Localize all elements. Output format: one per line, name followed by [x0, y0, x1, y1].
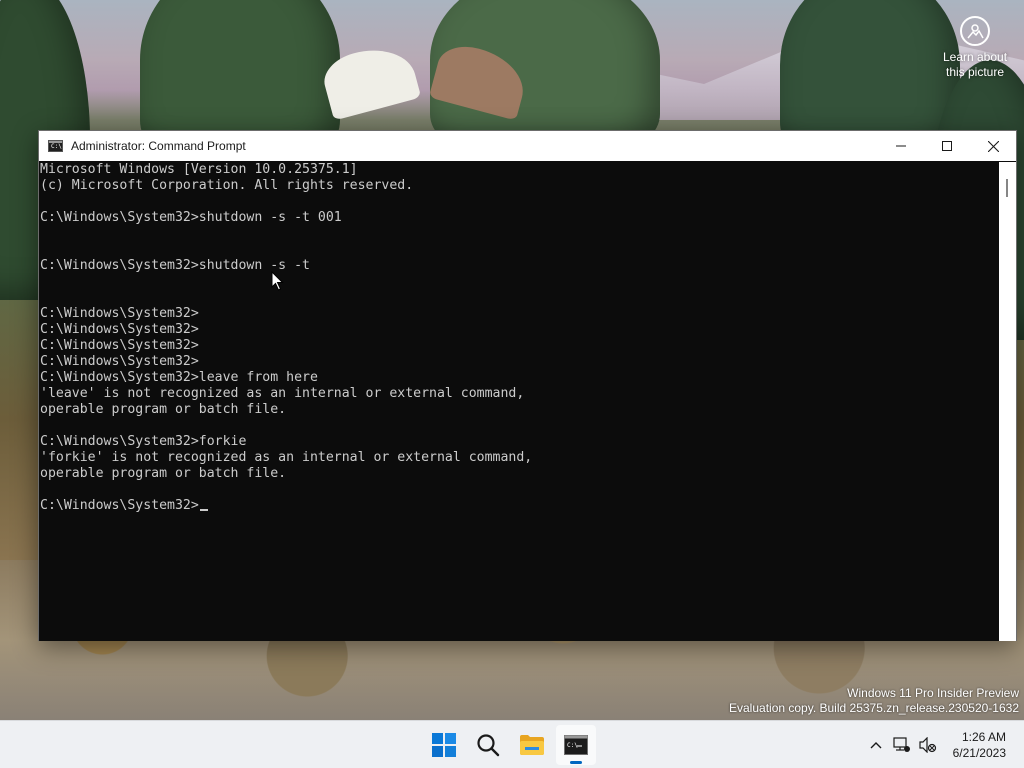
- console-line: operable program or batch file.: [40, 402, 287, 417]
- command-prompt-taskbar-button[interactable]: C:\: [556, 725, 596, 765]
- console-line: C:\Windows\System32>: [40, 354, 199, 369]
- clock-date: 6/21/2023: [952, 746, 1006, 760]
- taskbar: C:\ 1:26 AM 6/21/2023: [0, 720, 1024, 768]
- window-title: Administrator: Command Prompt: [71, 139, 246, 153]
- search-icon: [477, 734, 500, 757]
- console-line: C:\Windows\System32>leave from here: [40, 370, 318, 385]
- console-line: C:\Windows\System32>: [40, 322, 199, 337]
- evaluation-watermark: Windows 11 Pro Insider Preview Evaluatio…: [729, 686, 1019, 716]
- terminal-icon: C:\: [564, 735, 588, 755]
- show-hidden-icons-button[interactable]: [863, 729, 889, 761]
- windows-start-icon: [432, 733, 456, 757]
- minimize-button[interactable]: [878, 131, 924, 161]
- volume-muted-icon: [919, 737, 936, 753]
- console-line: 'leave' is not recognized as an internal…: [40, 386, 525, 401]
- text-cursor: [199, 509, 208, 511]
- console-text: Microsoft Windows [Version 10.0.25375.1]…: [39, 162, 1001, 498]
- network-button[interactable]: [889, 729, 915, 761]
- console-line: C:\Windows\System32>: [40, 306, 199, 321]
- learn-about-picture-button[interactable]: Learn about this picture: [936, 14, 1014, 80]
- taskbar-apps: C:\: [424, 721, 596, 768]
- console-line: C:\Windows\System32>shutdown -s -t: [40, 258, 310, 273]
- search-button[interactable]: [468, 725, 508, 765]
- taskbar-clock[interactable]: 1:26 AM 6/21/2023: [941, 729, 1024, 761]
- window-titlebar[interactable]: C:\ Administrator: Command Prompt: [39, 131, 1016, 161]
- learn-about-label-line1: Learn about: [942, 50, 1008, 64]
- console-line: 'forkie' is not recognized as an interna…: [40, 450, 533, 465]
- console-line: C:\Windows\System32>shutdown -s -t 001: [40, 210, 342, 225]
- close-icon: [987, 140, 999, 152]
- command-prompt-window[interactable]: C:\ Administrator: Command Prompt Micros…: [38, 130, 1017, 641]
- console-current-line[interactable]: C:\Windows\System32>: [39, 498, 1001, 514]
- network-icon: [893, 737, 910, 752]
- vertical-scrollbar[interactable]: [999, 162, 1016, 641]
- watermark-line1: Windows 11 Pro Insider Preview: [847, 686, 1019, 700]
- clock-time: 1:26 AM: [961, 730, 1006, 744]
- file-explorer-icon: [520, 735, 544, 755]
- camera-icon: [960, 16, 990, 46]
- console-prompt: C:\Windows\System32>: [40, 498, 199, 513]
- console-line: C:\Windows\System32>: [40, 338, 199, 353]
- maximize-button[interactable]: [924, 131, 970, 161]
- maximize-icon: [942, 141, 952, 151]
- scrollbar-thumb[interactable]: [1006, 179, 1008, 197]
- learn-about-label-line2: this picture: [945, 65, 1005, 79]
- console-line: operable program or batch file.: [40, 466, 287, 481]
- console-line: Microsoft Windows [Version 10.0.25375.1]: [40, 162, 358, 177]
- volume-button[interactable]: [915, 729, 941, 761]
- window-controls: [878, 131, 1016, 161]
- console-output[interactable]: Microsoft Windows [Version 10.0.25375.1]…: [39, 162, 1001, 641]
- console-line: (c) Microsoft Corporation. All rights re…: [40, 178, 414, 193]
- file-explorer-button[interactable]: [512, 725, 552, 765]
- command-prompt-icon: C:\: [48, 140, 63, 152]
- mouse-pointer-icon: [271, 271, 284, 291]
- console-line: C:\Windows\System32>forkie: [40, 434, 247, 449]
- watermark-line2: Evaluation copy. Build 25375.zn_release.…: [729, 701, 1019, 715]
- start-button[interactable]: [424, 725, 464, 765]
- svg-text:C:\: C:\: [567, 742, 578, 749]
- close-button[interactable]: [970, 131, 1016, 161]
- chevron-up-icon: [870, 742, 882, 749]
- system-tray: 1:26 AM 6/21/2023: [863, 721, 1024, 768]
- minimize-icon: [896, 145, 906, 147]
